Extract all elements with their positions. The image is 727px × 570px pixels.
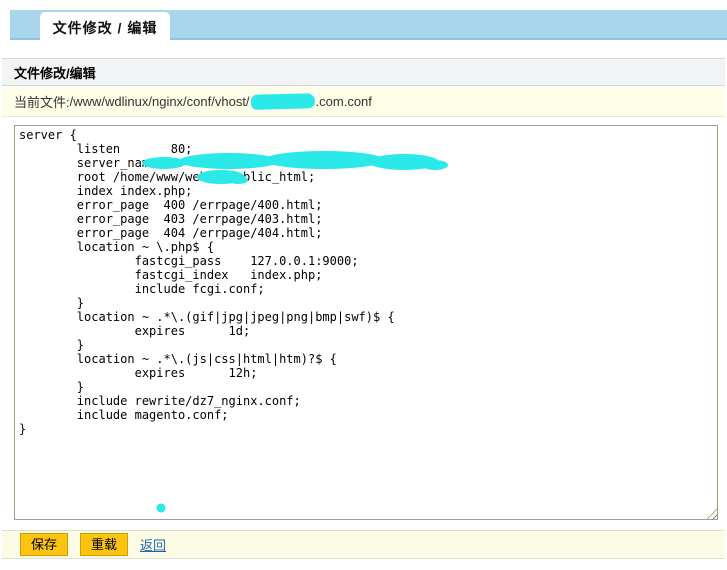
current-file-label: 当前文件: <box>14 92 70 111</box>
current-file-path-prefix: /www/wdlinux/nginx/conf/vhost/ <box>70 94 250 109</box>
section-header: 文件修改/编辑 <box>2 58 725 86</box>
config-editor <box>14 125 718 520</box>
back-link[interactable]: 返回 <box>140 535 166 554</box>
section-title: 文件修改/编辑 <box>14 63 96 82</box>
top-tab-bar: 文件修改 / 编辑 <box>10 10 727 40</box>
config-textarea[interactable] <box>14 125 718 520</box>
save-button[interactable]: 保存 <box>20 533 68 557</box>
current-file-bar: 当前文件:/www/wdlinux/nginx/conf/vhost/ .com.… <box>2 87 725 117</box>
reload-button[interactable]: 重载 <box>80 533 128 557</box>
tab-file-edit[interactable]: 文件修改 / 编辑 <box>40 12 170 44</box>
action-bar: 保存 重载 返回 <box>2 530 725 559</box>
tab-label: 文件修改 / 编辑 <box>53 18 158 38</box>
redaction-marker-file-path <box>250 93 314 110</box>
file-edit-page: 文件修改 / 编辑 文件修改/编辑 当前文件:/www/wdlinux/ngin… <box>0 0 727 570</box>
current-file-path-suffix: .com.conf <box>316 94 372 109</box>
